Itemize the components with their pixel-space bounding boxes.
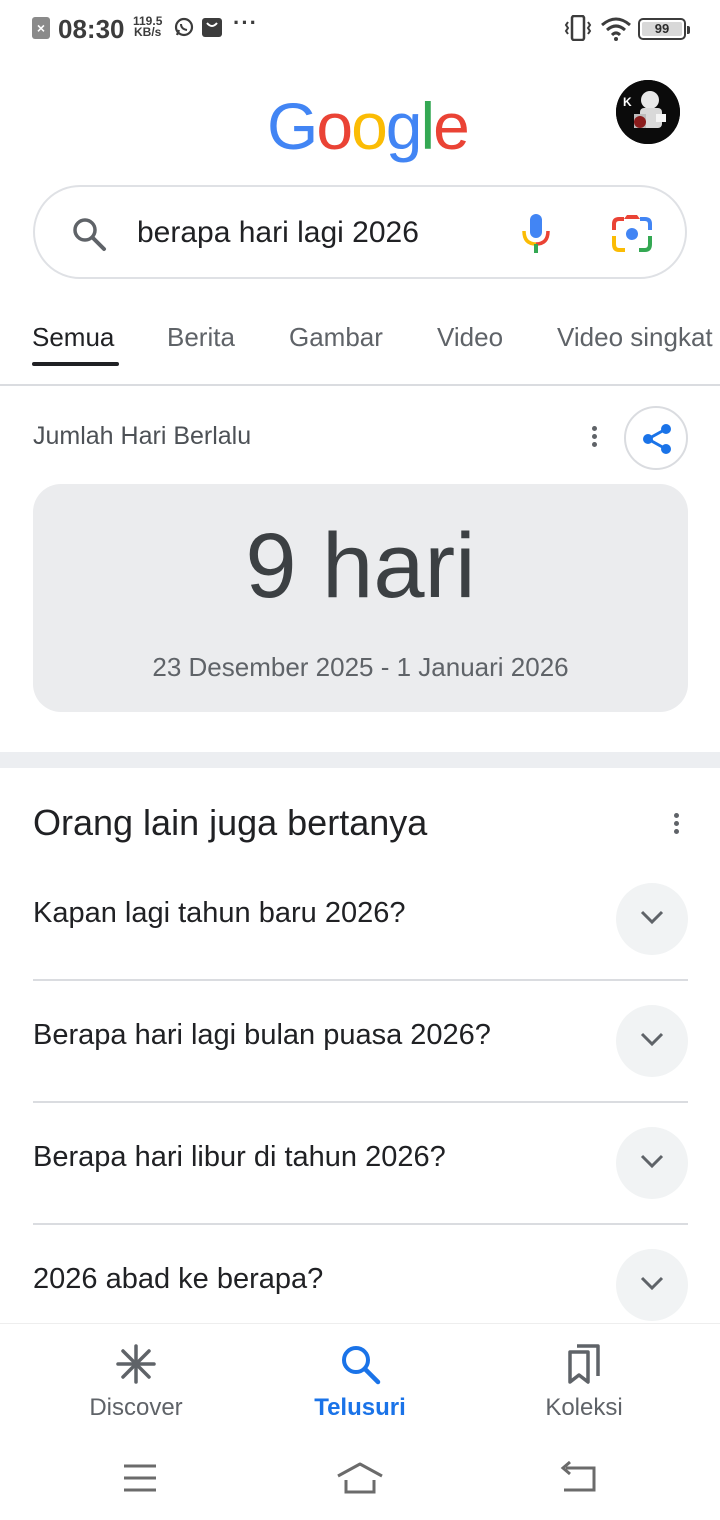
- paa-question[interactable]: Kapan lagi tahun baru 2026?: [33, 859, 688, 981]
- result-more-options-icon[interactable]: [584, 423, 604, 453]
- asterisk-icon: [116, 1344, 156, 1384]
- share-button[interactable]: [624, 406, 688, 470]
- people-also-ask-title: Orang lain juga bertanya: [33, 802, 428, 843]
- menu-icon[interactable]: [120, 1460, 160, 1496]
- paa-more-options-icon[interactable]: [666, 810, 686, 840]
- battery-icon: 99: [638, 18, 690, 40]
- expand-button[interactable]: [616, 1127, 688, 1199]
- chevron-down-icon: [640, 1032, 664, 1047]
- status-bar: × 08:30 119.5 KB/s ··· 99: [0, 0, 720, 58]
- expand-button[interactable]: [616, 883, 688, 955]
- logo-letter: o: [316, 89, 353, 163]
- search-icon: [73, 218, 106, 251]
- microphone-icon[interactable]: [521, 213, 551, 255]
- whatsapp-icon: [174, 17, 194, 37]
- battery-level: 99: [642, 22, 682, 36]
- nav-discover-label: Discover: [89, 1394, 183, 1421]
- tab-gambar[interactable]: Gambar: [289, 322, 383, 353]
- network-speed: 119.5 KB/s: [133, 14, 163, 39]
- chevron-down-icon: [640, 1276, 664, 1291]
- search-input[interactable]: berapa hari lagi 2026: [137, 216, 419, 250]
- wifi-icon: [601, 17, 631, 41]
- tab-video[interactable]: Video: [437, 322, 503, 353]
- share-icon: [643, 424, 671, 454]
- result-date-range: 23 Desember 2025 - 1 Januari 2026: [152, 652, 569, 682]
- expand-button[interactable]: [616, 1005, 688, 1077]
- status-time: 08:30: [58, 14, 125, 44]
- account-avatar[interactable]: K: [616, 80, 680, 144]
- logo-letter: l: [420, 89, 436, 163]
- shopping-bag-icon: [202, 18, 222, 37]
- back-icon[interactable]: [558, 1460, 600, 1496]
- search-icon: [342, 1346, 381, 1385]
- search-tabs: Semua Berita Gambar Video Video singkat: [0, 300, 720, 386]
- google-lens-icon[interactable]: [611, 214, 653, 254]
- expand-button[interactable]: [616, 1249, 688, 1321]
- paa-question-text: 2026 abad ke berapa?: [33, 1263, 324, 1295]
- nav-telusuri-label: Telusuri: [314, 1394, 406, 1421]
- nav-discover[interactable]: Discover: [56, 1342, 216, 1422]
- nav-koleksi[interactable]: Koleksi: [504, 1342, 664, 1422]
- nav-koleksi-label: Koleksi: [545, 1394, 623, 1421]
- more-notifications-icon: ···: [233, 10, 258, 35]
- tab-berita[interactable]: Berita: [167, 322, 235, 353]
- logo-letter: o: [351, 89, 388, 163]
- paa-question[interactable]: Berapa hari lagi bulan puasa 2026?: [33, 981, 688, 1103]
- tab-video-singkat[interactable]: Video singkat: [557, 322, 713, 353]
- svg-text:K: K: [623, 95, 632, 109]
- paa-question[interactable]: Berapa hari libur di tahun 2026?: [33, 1103, 688, 1225]
- chevron-down-icon: [640, 910, 664, 925]
- result-title: Jumlah Hari Berlalu: [33, 422, 252, 450]
- tab-semua[interactable]: Semua: [32, 322, 114, 353]
- home-icon[interactable]: [334, 1460, 386, 1496]
- search-bar[interactable]: berapa hari lagi 2026: [33, 185, 687, 279]
- paa-question-text: Kapan lagi tahun baru 2026?: [33, 897, 406, 929]
- chevron-down-icon: [640, 1154, 664, 1169]
- google-logo: Google: [267, 88, 470, 164]
- result-value: 9 hari: [245, 515, 476, 617]
- paa-question-text: Berapa hari libur di tahun 2026?: [33, 1141, 446, 1173]
- active-tab-indicator: [32, 362, 119, 366]
- paa-question-text: Berapa hari lagi bulan puasa 2026?: [33, 1019, 491, 1051]
- vibrate-icon: [564, 15, 592, 41]
- bookmarks-icon: [568, 1344, 600, 1384]
- logo-letter: e: [433, 89, 470, 163]
- notification-close-icon: ×: [32, 17, 50, 39]
- section-divider: [0, 752, 720, 768]
- nav-telusuri[interactable]: Telusuri: [280, 1342, 440, 1422]
- logo-letter: G: [267, 89, 318, 163]
- logo-letter: g: [385, 89, 423, 163]
- result-box: 9 hari 23 Desember 2025 - 1 Januari 2026: [33, 484, 688, 712]
